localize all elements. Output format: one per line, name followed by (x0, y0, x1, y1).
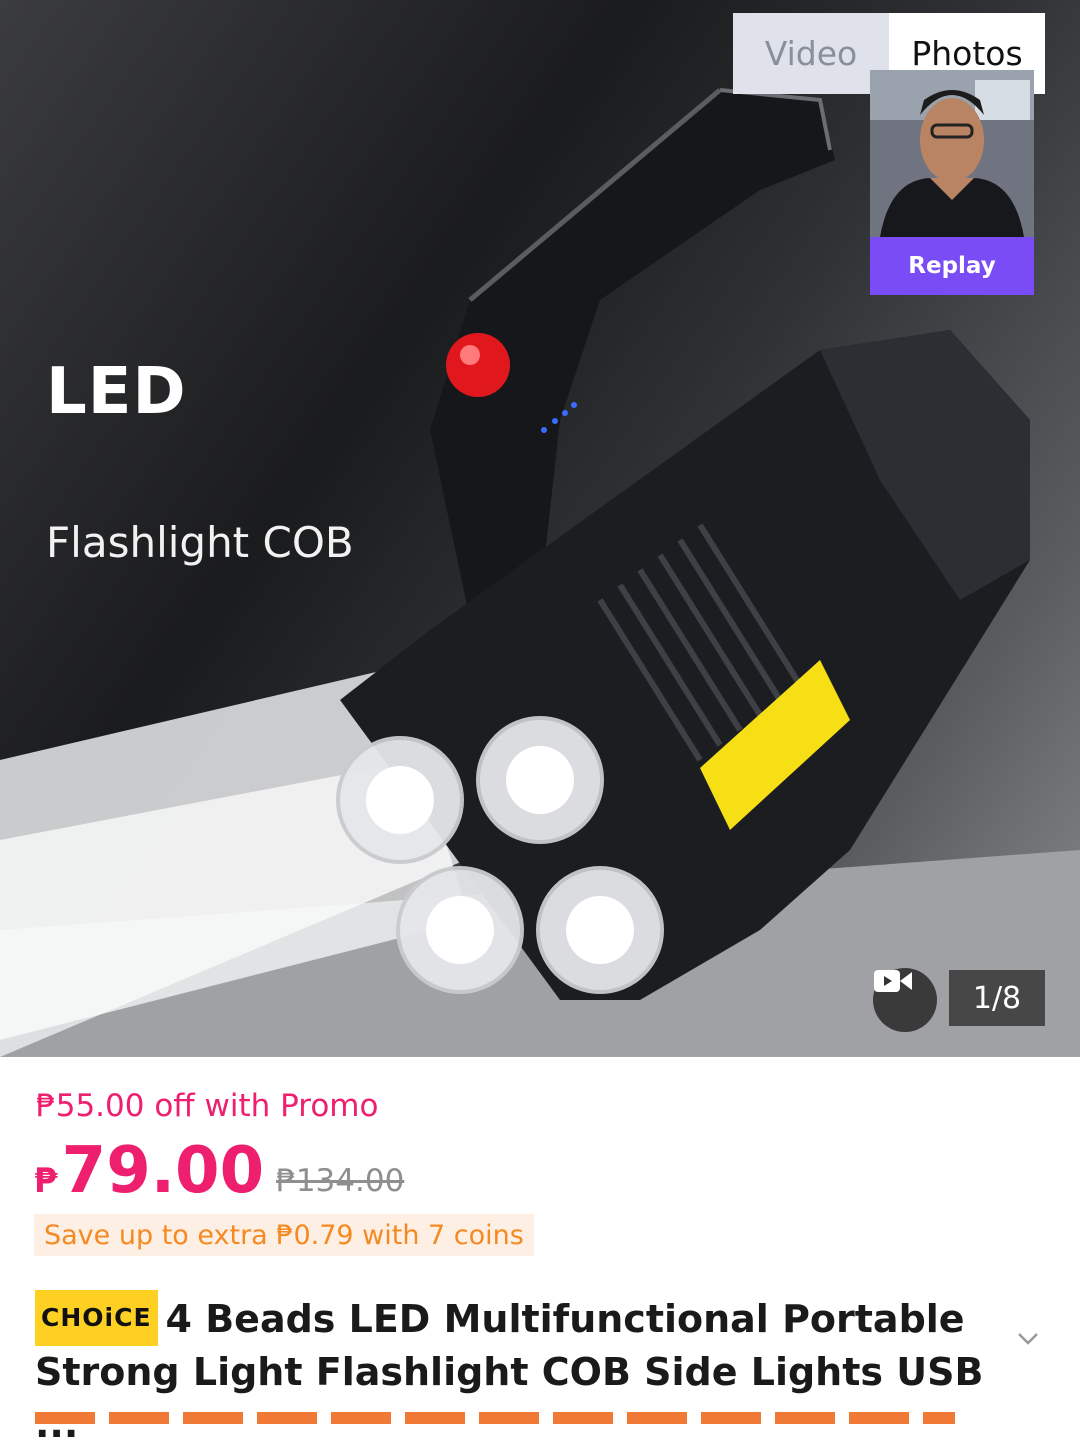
image-counter: 1/8 (949, 970, 1045, 1026)
product-title: CHOiCE 4 Beads LED Multifunctional Portab… (35, 1290, 995, 1450)
current-price: 79.00 (61, 1134, 265, 1208)
coins-savings-badge[interactable]: Save up to extra ₱0.79 with 7 coins (34, 1214, 534, 1256)
promo-discount-text: ₱55.00 off with Promo (36, 1088, 379, 1124)
tab-video[interactable]: Video (733, 13, 889, 94)
hero-headline: LED (46, 355, 187, 429)
truncated-description-line (35, 1412, 955, 1424)
video-toggle-button[interactable] (873, 968, 937, 1032)
original-price: ₱134.00 (276, 1163, 405, 1199)
chevron-down-icon[interactable] (1015, 1325, 1041, 1351)
presenter-video-frame (870, 70, 1034, 237)
choice-badge: CHOiCE (35, 1290, 158, 1346)
hero-subheadline: Flashlight COB (46, 518, 354, 567)
replay-button[interactable]: Replay (870, 237, 1034, 295)
product-image-gallery[interactable]: LED Flashlight COB Video Photos Replay 1… (0, 0, 1080, 1057)
video-preview-thumbnail[interactable]: Replay (870, 70, 1034, 295)
video-camera-icon (874, 970, 912, 992)
price-row: ₱ 79.00 ₱134.00 (34, 1133, 404, 1209)
currency-symbol: ₱ (34, 1161, 58, 1201)
